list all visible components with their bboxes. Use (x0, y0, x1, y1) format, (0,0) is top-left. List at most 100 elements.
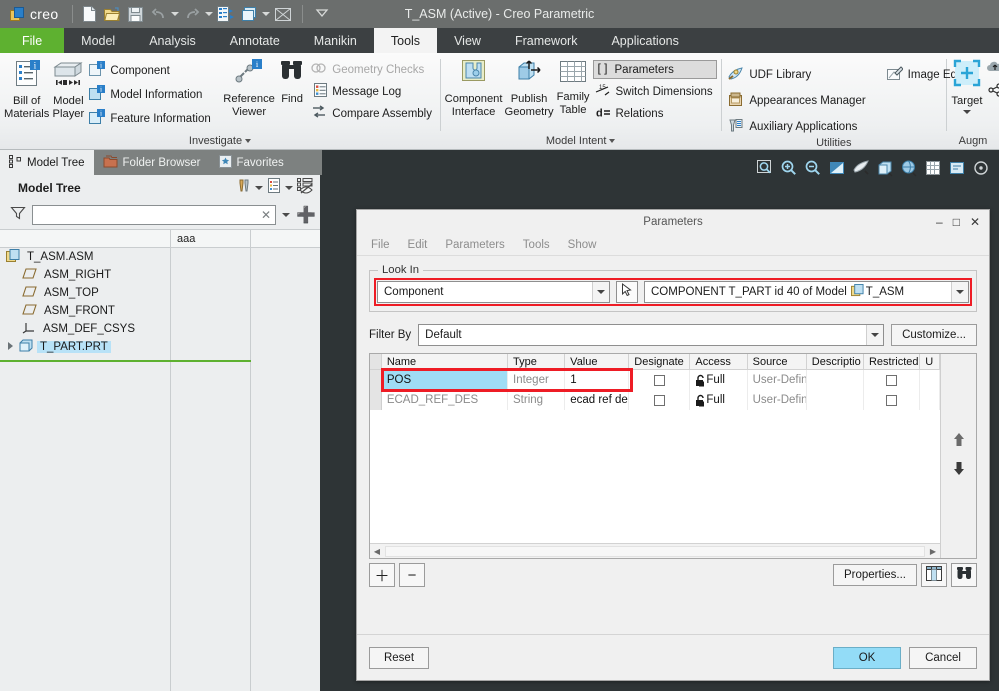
settings-hammer-icon[interactable] (236, 178, 251, 198)
cell-value[interactable]: ecad ref de (565, 390, 629, 410)
row-grip[interactable] (370, 390, 382, 410)
geometry-checks-button[interactable]: Geometry Checks (309, 60, 436, 79)
datum-display-icon[interactable] (851, 158, 871, 178)
cell-access[interactable]: Full (690, 370, 747, 390)
auxiliary-applications-button[interactable]: Auxiliary Applications (725, 117, 869, 137)
restricted-checkbox[interactable] (886, 375, 897, 386)
model-tree-search-field[interactable] (37, 209, 261, 221)
refit-icon[interactable] (755, 158, 775, 178)
undo-icon[interactable] (148, 4, 168, 24)
scroll-track[interactable] (385, 546, 925, 557)
cell-designate[interactable] (629, 390, 690, 410)
move-up-button[interactable] (952, 432, 966, 452)
ribbon-tab-view[interactable]: View (437, 28, 498, 53)
display-list-icon[interactable] (267, 178, 281, 198)
ribbon-tab-tools[interactable]: Tools (374, 28, 437, 53)
menu-parameters[interactable]: Parameters (445, 239, 504, 251)
filter-by-select[interactable]: Default (418, 324, 884, 346)
filter-funnel-icon[interactable] (10, 205, 26, 226)
cell-description[interactable] (807, 370, 864, 390)
maximize-button[interactable]: □ (953, 216, 960, 228)
remove-parameter-button[interactable]: − (399, 563, 425, 587)
regenerate-icon[interactable] (216, 4, 236, 24)
ribbon-tab-analysis[interactable]: Analysis (132, 28, 213, 53)
repaint-icon[interactable] (827, 158, 847, 178)
ar-target-caret-icon[interactable] (963, 110, 971, 114)
redo-icon[interactable] (182, 4, 202, 24)
cell-source[interactable]: User-Defin (748, 390, 807, 410)
minimize-button[interactable]: – (936, 216, 943, 228)
tree-expander-icon[interactable] (6, 341, 15, 354)
spin-center-icon[interactable] (971, 158, 991, 178)
col-header-unit[interactable]: U (920, 354, 940, 369)
model-player-button[interactable]: ModelPlayer (51, 56, 85, 121)
cell-type[interactable]: String (508, 390, 565, 410)
model-intent-group-caret-icon[interactable] (609, 139, 615, 143)
nav-tab-favorites[interactable]: Favorites (210, 150, 293, 175)
select-object-button[interactable] (616, 281, 638, 303)
col-header-type[interactable]: Type (508, 354, 565, 369)
model-information-button[interactable]: i Model Information (87, 84, 214, 105)
tree-item-asm-right[interactable]: ASM_RIGHT (0, 266, 170, 284)
ar-share-button[interactable] (985, 82, 999, 101)
ribbon-tab-file[interactable]: File (0, 28, 64, 53)
ok-button[interactable]: OK (833, 647, 901, 669)
cell-unit[interactable] (920, 390, 940, 410)
nav-tab-folder-browser[interactable]: Folder Browser (94, 150, 210, 175)
col-header-restricted[interactable]: Restricted (864, 354, 920, 369)
cell-unit[interactable] (920, 370, 940, 390)
chevron-down-icon[interactable] (592, 282, 609, 302)
tree-filters-icon[interactable] (297, 178, 314, 199)
nav-tab-model-tree[interactable]: Model Tree (0, 150, 94, 175)
tree-item-t-asm[interactable]: T_ASM.ASM (0, 248, 170, 266)
zoom-in-icon[interactable] (779, 158, 799, 178)
look-in-type-select[interactable]: Component (377, 281, 610, 303)
tree-item-t-part[interactable]: T_PART.PRT (0, 338, 170, 356)
ribbon-tab-manikin[interactable]: Manikin (297, 28, 374, 53)
zoom-out-icon[interactable] (803, 158, 823, 178)
close-window-icon[interactable] (239, 4, 259, 24)
udf-library-button[interactable]: UDF Library (725, 65, 869, 85)
find-parameter-button[interactable] (951, 563, 977, 587)
display-style-icon[interactable] (875, 158, 895, 178)
menu-edit[interactable]: Edit (408, 239, 428, 251)
col-header-description[interactable]: Descriptio (807, 354, 864, 369)
cell-designate[interactable] (629, 370, 690, 390)
ar-publish-button[interactable] (985, 60, 999, 79)
cell-type[interactable]: Integer (508, 370, 565, 390)
tree-item-asm-front[interactable]: ASM_FRONT (0, 302, 170, 320)
close-button[interactable]: ✕ (970, 216, 980, 228)
move-down-button[interactable] (952, 461, 966, 481)
settings-caret-icon[interactable] (255, 186, 263, 190)
row-grip[interactable] (370, 370, 382, 390)
menu-file[interactable]: File (371, 239, 390, 251)
tree-col-header-3[interactable] (251, 230, 320, 247)
compare-assembly-button[interactable]: Compare Assembly (309, 104, 436, 123)
window-grid-icon[interactable] (273, 4, 293, 24)
new-file-icon[interactable] (79, 4, 99, 24)
cell-name[interactable]: ECAD_REF_DES (382, 390, 508, 410)
open-file-icon[interactable] (102, 4, 122, 24)
close-window-dropdown-icon[interactable] (262, 12, 270, 16)
col-header-value[interactable]: Value (565, 354, 629, 369)
cell-restricted[interactable] (864, 390, 920, 410)
relations-button[interactable]: d Relations (593, 104, 717, 123)
model-tree-body[interactable]: T_ASM.ASM ASM_RIGHT ASM_TOP (0, 248, 320, 691)
customize-qat-icon[interactable] (312, 4, 332, 24)
ribbon-tab-framework[interactable]: Framework (498, 28, 595, 53)
cell-restricted[interactable] (864, 370, 920, 390)
reset-button[interactable]: Reset (369, 647, 429, 669)
col-header-access[interactable]: Access (690, 354, 747, 369)
ribbon-tab-annotate[interactable]: Annotate (213, 28, 297, 53)
component-info-button[interactable]: i Component (87, 60, 214, 81)
cell-value[interactable]: 1 (565, 370, 629, 390)
redo-dropdown-icon[interactable] (205, 12, 213, 16)
reference-viewer-button[interactable]: i ReferenceViewer (223, 56, 275, 119)
tree-item-asm-top[interactable]: ASM_TOP (0, 284, 170, 302)
tree-col-header-2[interactable]: aaa (171, 230, 251, 247)
menu-show[interactable]: Show (568, 239, 597, 251)
column-layout-button[interactable] (921, 563, 947, 587)
clear-search-icon[interactable]: ✕ (261, 208, 271, 222)
ribbon-tab-applications[interactable]: Applications (594, 28, 695, 53)
chevron-down-icon[interactable] (866, 325, 883, 345)
